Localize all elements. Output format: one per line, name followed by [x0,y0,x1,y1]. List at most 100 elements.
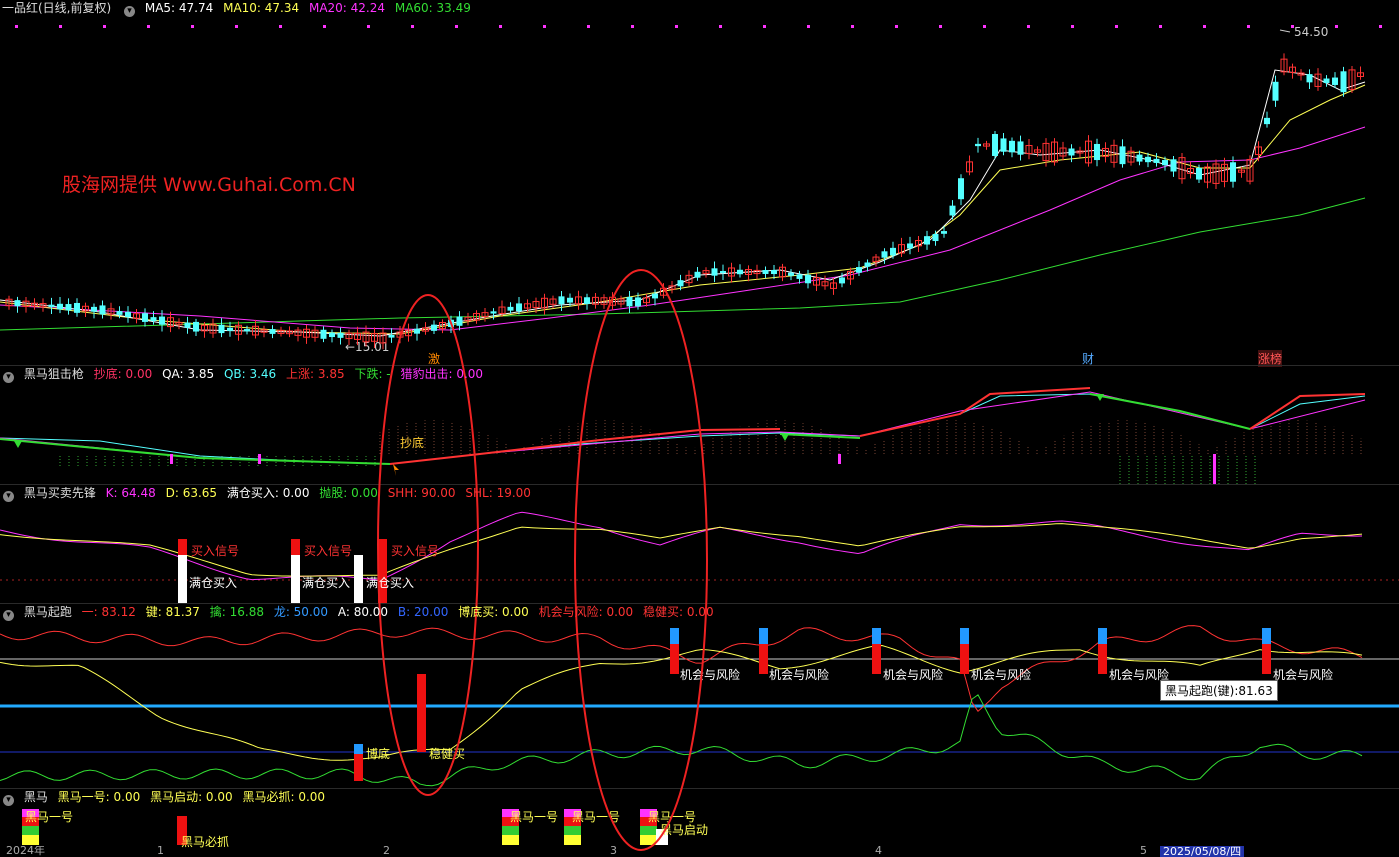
main-chart-pane[interactable]: 一品红(日线,前复权) ▾ MA5: 47.74 MA10: 47.34 MA2… [0,0,1399,851]
candle-body [1094,143,1100,161]
signal-dot [279,25,282,28]
candle-body [405,329,412,337]
signal-dot [851,25,854,28]
candle-body [235,324,242,335]
settings-icon[interactable]: ▾ [3,795,14,806]
candle-body [711,268,718,276]
ma10-line [0,84,1366,335]
ma5-line [0,69,1366,337]
settings-icon[interactable]: ▾ [3,372,14,383]
ma60-line [0,197,1366,331]
candle-body [532,301,540,308]
signal-dot [631,25,634,28]
indicator-value: 机会与风险: 0.00 [538,605,634,619]
indicator-pane-2[interactable]: ▾ 黑马买卖先锋 K: 64.48 D: 63.65 满仓买入: 0.00 抛股… [0,485,1399,603]
candle-body [779,266,786,278]
candle-body [193,321,199,332]
candle-body [890,247,896,256]
signal-dot [59,25,62,28]
signal-dot [1159,25,1162,28]
candle-body [354,332,361,340]
indicator-value: 猎豹出击: 0.00 [400,367,484,381]
candle-body [924,236,930,245]
candle-body [549,298,557,305]
signal-dot [15,25,18,28]
crosshair-tooltip: 黑马起跑(键):81.63 [1160,680,1278,701]
candle-body [941,231,947,234]
candle-body [439,321,446,330]
x-axis-label: 1 [157,846,164,856]
signal-dot [191,25,194,28]
candle-body [1255,146,1262,156]
candle-body [685,274,693,284]
falling-line [0,438,391,465]
main-chart-header: 一品红(日线,前复权) ▾ MA5: 47.74 MA10: 47.34 MA2… [0,0,477,17]
candle-body [1127,150,1135,163]
candle-body [490,311,497,314]
candle-body [159,316,165,325]
candle-body [320,329,327,339]
indicator-value: 黑马必抓: 0.00 [242,790,326,804]
indicator-value: 上涨: 3.85 [286,367,345,381]
candle-body [864,262,871,267]
qa-line [0,391,1366,465]
chance-blue-block [1262,628,1271,644]
no1-block [564,835,581,845]
indicator-2-header: ▾ 黑马买卖先锋 K: 64.48 D: 63.65 满仓买入: 0.00 抛股… [0,485,537,502]
candle-body [1204,166,1211,183]
steady-buy-bar [417,674,426,752]
indicator-value: A: 80.00 [337,605,389,619]
rising-line [389,428,781,465]
settings-icon[interactable]: ▾ [3,491,14,502]
candle-body [558,296,565,305]
indicator-1-header: ▾ 黑马狙击枪 抄底: 0.00 QA: 3.85 QB: 3.46 上涨: 3… [0,366,489,383]
candle-body [414,328,420,334]
chance-risk-label: 机会与风险 [769,668,830,682]
candle-body [949,205,956,216]
sniper-indicator-chart[interactable] [0,366,1399,484]
candle-body [1009,140,1015,153]
darkhorse-no1-label: 黑马一号 [25,810,74,824]
candle-body [456,316,463,326]
x-axis-label: 2 [383,846,390,856]
candle-body [1153,158,1160,163]
candle-body [277,329,285,334]
candle-body [728,267,735,277]
indicator-value: QA: 3.85 [162,367,215,381]
signal-dot [103,25,106,28]
candle-body [311,329,319,338]
candle-body [1059,147,1067,157]
indicator-value: QB: 3.46 [223,367,277,381]
indicator-value: 下跌: - [354,367,391,381]
candle-body [1170,159,1177,172]
candle-body [856,267,862,273]
chance-blue-block [960,628,969,644]
chance-blue-block [872,628,881,644]
chance-red-block [759,644,768,674]
indicator-name: 黑马买卖先锋 [23,486,96,500]
candle-body [345,332,353,340]
indicator-value: SHL: 19.00 [465,486,531,500]
candle-body [48,304,55,308]
candle-body [958,178,964,200]
signal-dot [1379,25,1382,28]
indicator-pane-1[interactable]: ▾ 黑马狙击枪 抄底: 0.00 QA: 3.85 QB: 3.46 上涨: 3… [0,366,1399,484]
buy-signal-bar [291,539,300,555]
settings-icon[interactable]: ▾ [3,610,14,621]
settings-icon[interactable]: ▾ [124,6,136,17]
candle-body [898,244,905,254]
candle-body [1264,117,1270,125]
candle-body [915,240,922,247]
chance-risk-label: 机会与风险 [1273,668,1334,682]
crosshair-date: 2025/05/08/四 [1160,846,1245,857]
candle-body [1145,156,1151,163]
indicator-pane-4[interactable]: ▾ 黑马 黑马一号: 0.00 黑马启动: 0.00 黑马必抓: 0.00 黑马… [0,789,1399,849]
indicator-value: 龙: 50.00 [273,605,329,619]
indicator-name: 黑马 [23,790,48,804]
candle-body [932,233,939,242]
chance-blue-block [759,628,768,644]
candle-body [796,274,803,279]
candle-body [830,282,837,289]
chance-blue-block [1098,628,1107,644]
signal-dot [1203,25,1206,28]
